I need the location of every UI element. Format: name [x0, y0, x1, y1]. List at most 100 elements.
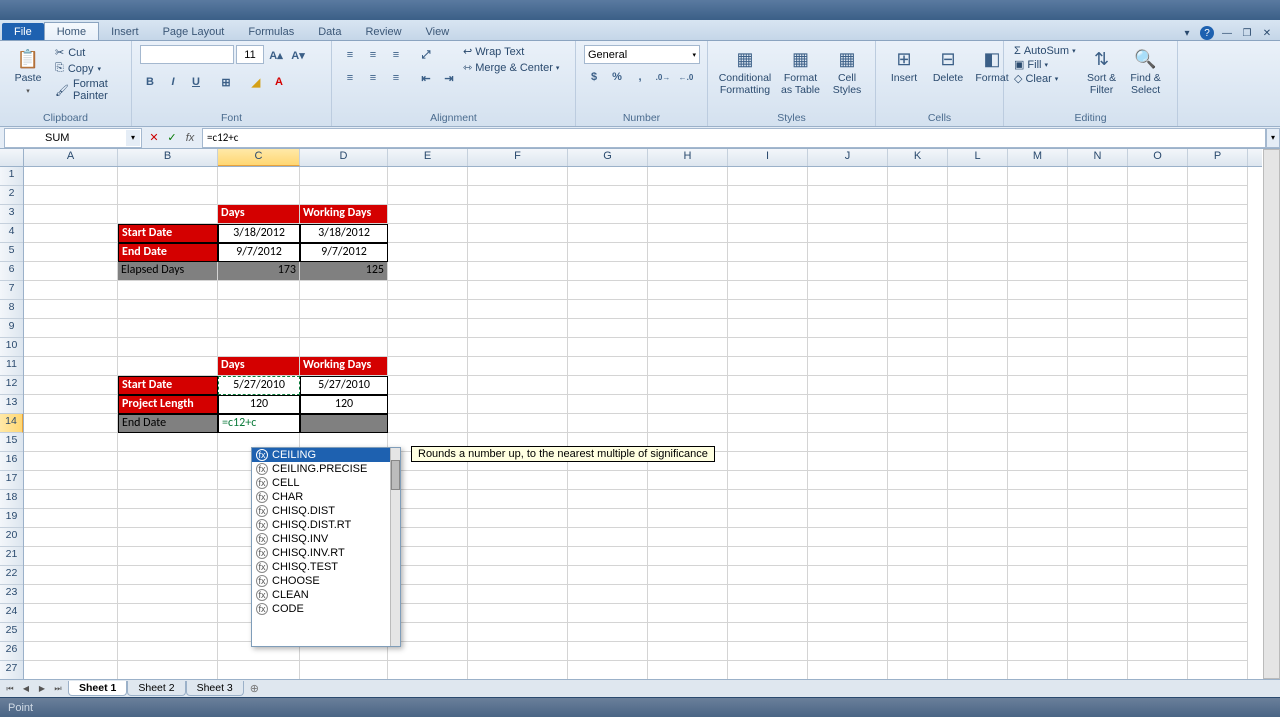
cell[interactable]: [1188, 433, 1248, 452]
function-item[interactable]: fxCHISQ.DIST.RT: [252, 518, 400, 532]
cell[interactable]: [568, 471, 648, 490]
cell[interactable]: 9/7/2012: [218, 243, 300, 262]
cell[interactable]: [24, 642, 118, 661]
cell[interactable]: [568, 357, 648, 376]
decrease-font-icon[interactable]: A▾: [288, 45, 308, 65]
cell[interactable]: [1008, 414, 1068, 433]
cell[interactable]: [1188, 585, 1248, 604]
cell[interactable]: [1188, 300, 1248, 319]
format-as-table-button[interactable]: ▦Format as Table: [778, 45, 823, 98]
cell[interactable]: [300, 319, 388, 338]
row-header[interactable]: 16: [0, 452, 23, 471]
cell[interactable]: [300, 414, 388, 433]
row-header[interactable]: 15: [0, 433, 23, 452]
cell[interactable]: 120: [218, 395, 300, 414]
cell[interactable]: [568, 623, 648, 642]
cell[interactable]: [648, 642, 728, 661]
col-header[interactable]: F: [468, 149, 568, 166]
col-header[interactable]: E: [388, 149, 468, 166]
cell[interactable]: [1128, 604, 1188, 623]
cell[interactable]: [728, 528, 808, 547]
cell[interactable]: [388, 357, 468, 376]
cell[interactable]: [1188, 642, 1248, 661]
cell[interactable]: [808, 319, 888, 338]
cell[interactable]: [1128, 167, 1188, 186]
cell[interactable]: [648, 243, 728, 262]
cell[interactable]: [24, 528, 118, 547]
cell[interactable]: [1128, 357, 1188, 376]
cell[interactable]: [1188, 414, 1248, 433]
cell[interactable]: [24, 357, 118, 376]
cell[interactable]: [1008, 585, 1068, 604]
cell[interactable]: [118, 642, 218, 661]
cell[interactable]: 9/7/2012: [300, 243, 388, 262]
cell[interactable]: [1068, 471, 1128, 490]
cell[interactable]: [728, 585, 808, 604]
cell[interactable]: [118, 300, 218, 319]
cell[interactable]: [728, 243, 808, 262]
cell[interactable]: [24, 262, 118, 281]
cell[interactable]: [1128, 585, 1188, 604]
fill-button[interactable]: ▣Fill▾: [1012, 58, 1078, 71]
cell[interactable]: [1008, 376, 1068, 395]
cell[interactable]: [24, 186, 118, 205]
delete-cells-button[interactable]: ⊟Delete: [928, 45, 968, 87]
cell[interactable]: [808, 547, 888, 566]
cell[interactable]: [728, 661, 808, 680]
prev-sheet-icon[interactable]: ◀: [19, 684, 33, 694]
cell[interactable]: [948, 186, 1008, 205]
cell[interactable]: [568, 319, 648, 338]
cell[interactable]: [808, 338, 888, 357]
cell[interactable]: [888, 509, 948, 528]
cell[interactable]: [118, 604, 218, 623]
cell[interactable]: [808, 243, 888, 262]
cell[interactable]: [300, 661, 388, 680]
col-header[interactable]: I: [728, 149, 808, 166]
cell[interactable]: [1128, 224, 1188, 243]
row-header[interactable]: 1: [0, 167, 23, 186]
cell[interactable]: [808, 186, 888, 205]
cell[interactable]: [728, 452, 808, 471]
row-header[interactable]: 8: [0, 300, 23, 319]
number-format-select[interactable]: General▾: [584, 45, 700, 64]
row-header[interactable]: 9: [0, 319, 23, 338]
merge-center-button[interactable]: ⇿Merge & Center▾: [463, 61, 559, 74]
cell[interactable]: [118, 338, 218, 357]
cell[interactable]: [388, 167, 468, 186]
cell[interactable]: [1068, 281, 1128, 300]
new-sheet-icon[interactable]: ⊕: [244, 682, 265, 695]
cell[interactable]: [468, 357, 568, 376]
cell[interactable]: [808, 528, 888, 547]
row-header[interactable]: 22: [0, 566, 23, 585]
function-item[interactable]: fxCHISQ.TEST: [252, 560, 400, 574]
cell[interactable]: [1008, 262, 1068, 281]
cell[interactable]: [1008, 205, 1068, 224]
cell[interactable]: [808, 376, 888, 395]
cell[interactable]: [468, 414, 568, 433]
cell[interactable]: 5/27/2010: [300, 376, 388, 395]
cell[interactable]: [24, 205, 118, 224]
cell[interactable]: [948, 319, 1008, 338]
cell[interactable]: [468, 471, 568, 490]
cell[interactable]: [218, 281, 300, 300]
cell[interactable]: [1008, 547, 1068, 566]
chevron-down-icon[interactable]: ▾: [126, 130, 140, 146]
cell[interactable]: [568, 528, 648, 547]
row-header[interactable]: 12: [0, 376, 23, 395]
cell[interactable]: [648, 300, 728, 319]
cell[interactable]: [1068, 262, 1128, 281]
cell[interactable]: [1068, 528, 1128, 547]
cell[interactable]: [1008, 452, 1068, 471]
tab-view[interactable]: View: [414, 23, 462, 40]
cell[interactable]: [1188, 547, 1248, 566]
cell[interactable]: [648, 414, 728, 433]
close-icon[interactable]: ✕: [1260, 26, 1274, 40]
cell[interactable]: [888, 186, 948, 205]
cell[interactable]: [808, 661, 888, 680]
cell[interactable]: [568, 281, 648, 300]
vertical-scrollbar[interactable]: [1263, 149, 1280, 679]
cell[interactable]: [24, 414, 118, 433]
cell[interactable]: [568, 243, 648, 262]
row-header[interactable]: 17: [0, 471, 23, 490]
cell[interactable]: [24, 319, 118, 338]
